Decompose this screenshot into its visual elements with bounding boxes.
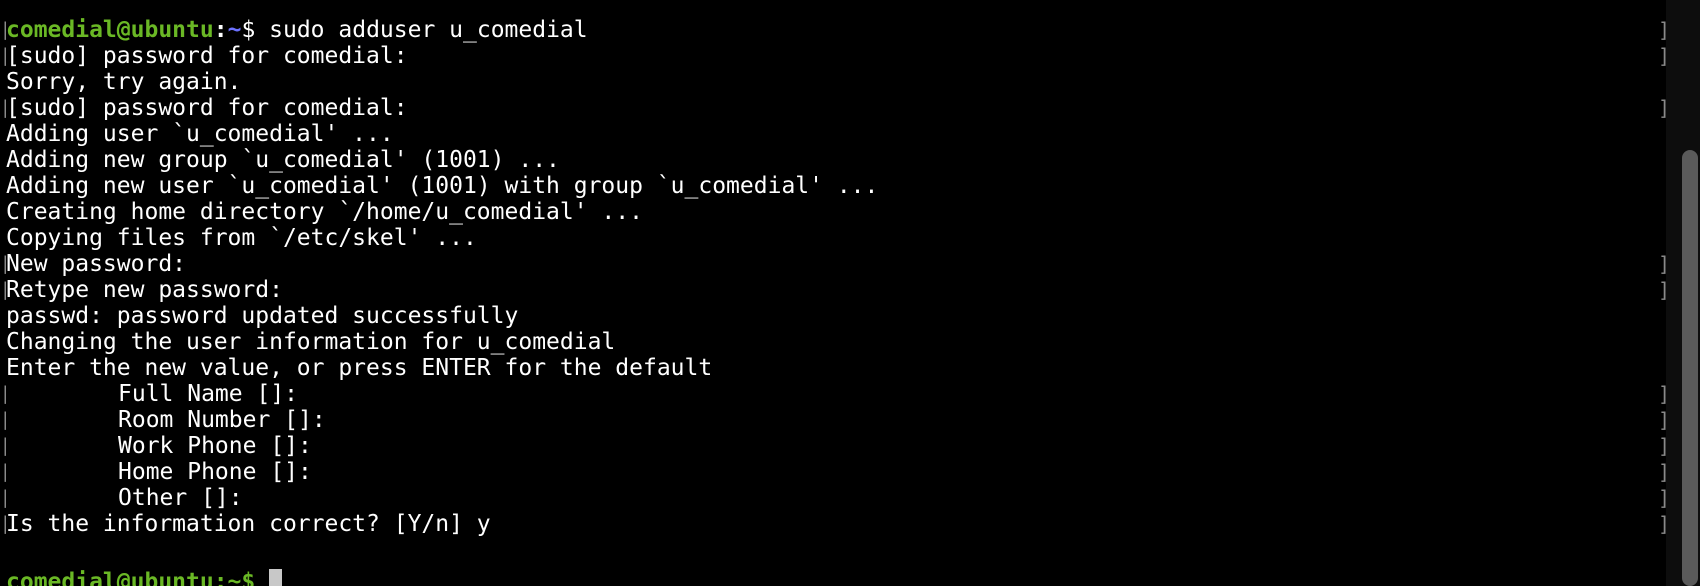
output-line: Copying files from `/etc/skel' ... [0, 224, 1666, 252]
scrollbar[interactable] [1666, 0, 1700, 586]
output-line: [ Retype new password: ] [0, 276, 1666, 304]
line-marker-right: ] [1658, 432, 1666, 460]
line-marker-right: ] [1658, 510, 1666, 538]
line-marker-right: ] [1658, 42, 1666, 70]
output-line: [ Home Phone []: ] [0, 458, 1666, 486]
output-text: Enter the new value, or press ENTER for … [6, 355, 713, 381]
prompt-separator: : [213, 17, 228, 43]
output-text: New password: [6, 251, 187, 277]
output-line: Creating home directory `/home/u_comedia… [0, 198, 1666, 226]
text-cursor [269, 569, 283, 586]
field-prompt: Room Number []: [6, 406, 326, 434]
prompt-path: ~ [227, 17, 242, 43]
output-text: Adding user `u_comedial' ... [6, 121, 394, 147]
line-marker-right: ] [1658, 406, 1666, 434]
terminal-window[interactable]: [ comedial@ubuntu:~$ sudo adduser u_come… [0, 0, 1666, 586]
output-text: Adding new user `u_comedial' (1001) with… [6, 173, 879, 199]
output-text: Is the information correct? [Y/n] y [6, 511, 491, 537]
field-prompt: Other []: [6, 484, 243, 512]
command-line: [ comedial@ubuntu:~$ sudo adduser u_come… [0, 16, 1666, 44]
field-label: Home Phone []: [118, 459, 312, 485]
field-prompt: Full Name []: [6, 380, 298, 408]
output-line: passwd: password updated successfully [0, 302, 1666, 330]
output-line: Adding new group `u_comedial' (1001) ... [0, 146, 1666, 174]
line-marker-right: ] [1658, 16, 1666, 44]
field-label: Room Number []: [118, 407, 326, 433]
output-line: Sorry, try again. [0, 68, 1666, 96]
output-line: [ Work Phone []: ] [0, 432, 1666, 460]
current-prompt-line[interactable]: comedial@ubuntu:~$ [0, 568, 1666, 586]
line-marker-right: ] [1658, 380, 1666, 408]
field-label: Full Name []: [118, 381, 299, 407]
output-line: [ [sudo] password for comedial: ] [0, 42, 1666, 70]
field-label: Work Phone []: [118, 433, 312, 459]
line-marker-right: ] [1658, 458, 1666, 486]
command-text: sudo adduser u_comedial [269, 17, 588, 43]
output-line: Adding new user `u_comedial' (1001) with… [0, 172, 1666, 200]
output-text: Changing the user information for u_come… [6, 329, 616, 355]
output-text: Creating home directory `/home/u_comedia… [6, 199, 643, 225]
output-line: Enter the new value, or press ENTER for … [0, 354, 1666, 382]
output-line: Changing the user information for u_come… [0, 328, 1666, 356]
output-text: [sudo] password for comedial: [6, 43, 408, 69]
output-line: [ Other []: ] [0, 484, 1666, 512]
output-text: [sudo] password for comedial: [6, 95, 408, 121]
prompt-partial: comedial@ubuntu:~$ [6, 569, 270, 586]
field-prompt: Work Phone []: [6, 432, 312, 460]
output-text: passwd: password updated successfully [6, 303, 519, 329]
field-label: Other []: [118, 485, 243, 511]
line-marker-right: ] [1658, 484, 1666, 512]
field-prompt: Home Phone []: [6, 458, 312, 486]
output-text: Adding new group `u_comedial' (1001) ... [6, 147, 560, 173]
output-text: Copying files from `/etc/skel' ... [6, 225, 477, 251]
output-line: Adding user `u_comedial' ... [0, 120, 1666, 148]
output-line: [ [sudo] password for comedial: ] [0, 94, 1666, 122]
line-marker-right: ] [1658, 276, 1666, 304]
prompt-dollar: $ [241, 17, 270, 43]
output-line: [ Is the information correct? [Y/n] y ] [0, 510, 1666, 538]
prompt: comedial@ubuntu:~$ [6, 568, 283, 586]
prompt: comedial@ubuntu:~$ sudo adduser u_comedi… [6, 16, 588, 44]
scrollbar-thumb[interactable] [1682, 150, 1698, 586]
output-text: Retype new password: [6, 277, 283, 303]
line-marker-right: ] [1658, 250, 1666, 278]
output-text: Sorry, try again. [6, 69, 242, 95]
line-marker-right: ] [1658, 94, 1666, 122]
output-line: [ Room Number []: ] [0, 406, 1666, 434]
output-line: [ New password: ] [0, 250, 1666, 278]
prompt-user-host: comedial@ubuntu [6, 17, 214, 43]
output-line: [ Full Name []: ] [0, 380, 1666, 408]
